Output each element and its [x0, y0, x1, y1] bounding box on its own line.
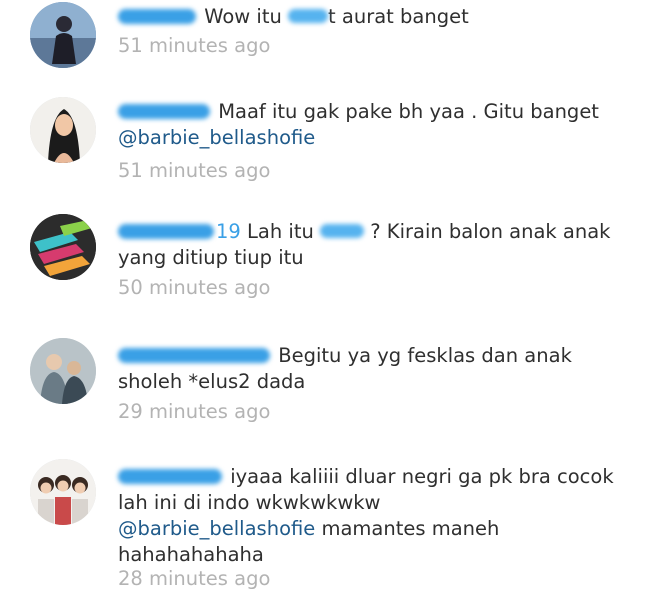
username-blurred[interactable]	[118, 224, 214, 239]
mention-link[interactable]: @barbie_bellashofie	[118, 126, 315, 149]
timestamp: 51 minutes ago	[118, 34, 271, 57]
avatar-photo	[30, 214, 96, 280]
avatar-photo	[30, 97, 96, 163]
comment-text: 19 Lah itu ? Kirain balon anak anak yang…	[118, 219, 638, 271]
avatar-photo	[30, 2, 96, 68]
comment-body-continued: t aurat banget	[328, 5, 469, 28]
avatar-photo	[30, 338, 96, 404]
comment-item: iyaaa kaliiii dluar negri ga pk bra coco…	[0, 457, 670, 607]
timestamp: 28 minutes ago	[118, 567, 271, 590]
censored-word	[320, 224, 365, 238]
censored-word	[288, 9, 329, 23]
timestamp: 50 minutes ago	[118, 276, 271, 299]
avatar-photo	[30, 459, 96, 525]
avatar[interactable]	[30, 459, 96, 525]
comment-body: Wow itu	[204, 5, 282, 28]
comment-item: Wow itu t aurat banget 51 minutes ago	[0, 0, 670, 90]
username-blurred[interactable]	[118, 9, 196, 24]
avatar[interactable]	[30, 214, 96, 280]
username-blurred[interactable]	[118, 469, 222, 484]
avatar[interactable]	[30, 97, 96, 163]
comment-text: Begitu ya yg fesklas dan anak sholeh *el…	[118, 343, 638, 395]
avatar[interactable]	[30, 338, 96, 404]
username-suffix[interactable]: 19	[216, 220, 241, 243]
comment-item: Begitu ya yg fesklas dan anak sholeh *el…	[0, 336, 670, 446]
username-blurred[interactable]	[118, 348, 270, 363]
comment-body: Maaf itu gak pake bh yaa . Gitu banget	[218, 100, 599, 123]
comment-text: Wow itu t aurat banget	[118, 4, 638, 30]
comment-text: Maaf itu gak pake bh yaa . Gitu banget @…	[118, 99, 638, 151]
mention-link[interactable]: @barbie_bellashofie	[118, 517, 315, 540]
comment-body: Lah itu	[247, 220, 314, 243]
timestamp: 29 minutes ago	[118, 400, 271, 423]
comment-text: iyaaa kaliiii dluar negri ga pk bra coco…	[118, 464, 638, 568]
timestamp: 51 minutes ago	[118, 159, 271, 182]
avatar[interactable]	[30, 2, 96, 68]
comment-item: 19 Lah itu ? Kirain balon anak anak yang…	[0, 212, 670, 322]
comment-item: Maaf itu gak pake bh yaa . Gitu banget @…	[0, 95, 670, 205]
username-blurred[interactable]	[118, 104, 210, 119]
